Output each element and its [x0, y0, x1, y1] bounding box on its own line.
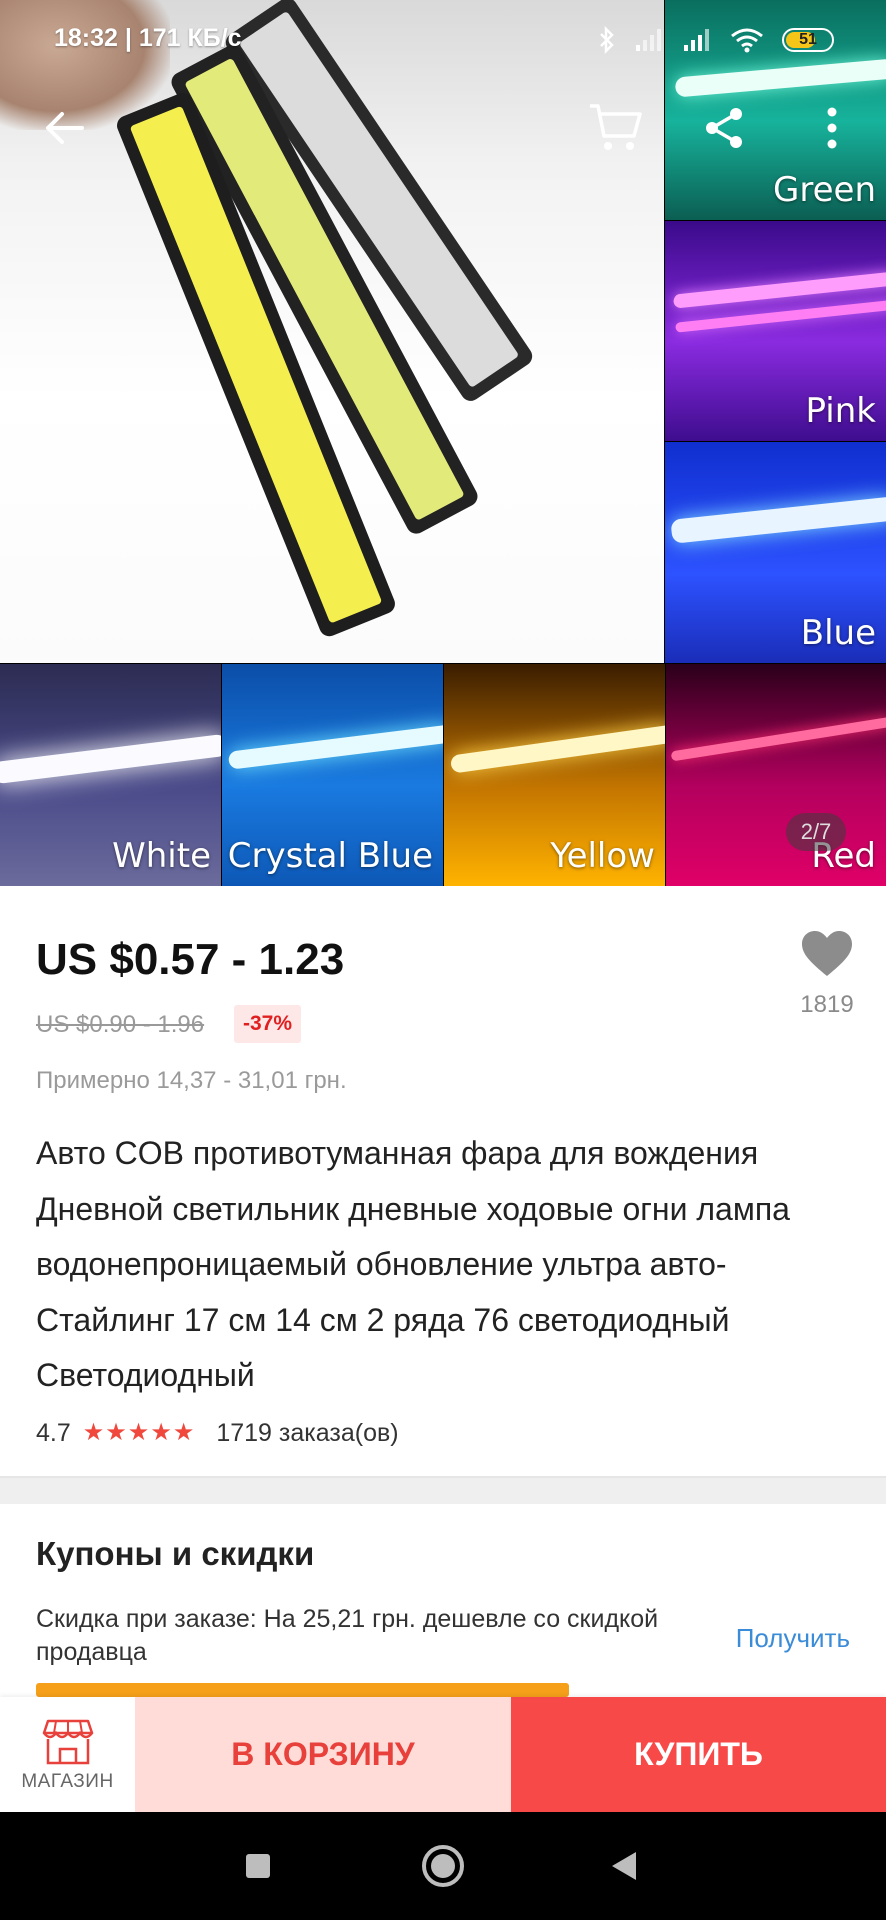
color-tile-yellow[interactable]: Yellow — [444, 664, 665, 886]
rating-stars: ★ ★ ★ ★ ★ — [83, 1421, 195, 1445]
store-label: МАГАЗИН — [21, 1770, 114, 1792]
recent-apps-button[interactable] — [208, 1812, 308, 1920]
star-icon: ★ — [82, 1419, 105, 1446]
old-price: US $0.90 - 1.96 — [36, 1011, 205, 1038]
get-coupon-link[interactable]: Получить — [736, 1623, 850, 1654]
coupon-highlight-bar — [36, 1683, 569, 1697]
product-image-gallery[interactable]: Green Pink Blue White Crystal Blue Yello… — [0, 0, 886, 886]
store-button[interactable]: МАГАЗИН — [0, 1697, 135, 1812]
square-icon — [246, 1854, 270, 1878]
triangle-back-icon — [612, 1852, 636, 1880]
bluetooth-icon — [600, 26, 614, 54]
section-gap — [0, 1478, 886, 1504]
more-vertical-icon — [827, 107, 837, 149]
product-title: Авто COB противотуманная фара для вожден… — [36, 1135, 790, 1393]
orders-count: 1719 заказа(ов) — [216, 1418, 399, 1447]
share-button[interactable] — [694, 98, 754, 158]
wishlist-count: 1819 — [800, 991, 854, 1018]
coupon-description: Скидка при заказе: На 25,21 грн. дешевле… — [36, 1605, 659, 1666]
tile-label: Blue — [800, 613, 876, 653]
back-button[interactable] — [34, 98, 94, 158]
system-back-button[interactable] — [574, 1812, 674, 1920]
discount-badge: -37% — [234, 1005, 302, 1043]
color-tile-blue[interactable]: Blue — [665, 442, 886, 663]
cart-button[interactable] — [585, 98, 647, 158]
gallery-page-indicator: 2/7 — [786, 813, 846, 851]
wishlist-button[interactable]: 1819 — [790, 930, 864, 1019]
heart-icon — [802, 931, 852, 976]
share-icon — [706, 108, 742, 148]
status-icons: 51 — [598, 22, 834, 58]
back-arrow-icon — [46, 112, 84, 144]
signal-icon-2 — [684, 29, 709, 51]
tile-label: Pink — [805, 391, 876, 431]
bottom-action-bar: МАГАЗИН В КОРЗИНУ КУПИТЬ — [0, 1697, 886, 1812]
more-options-button[interactable] — [802, 98, 862, 158]
rating-row[interactable]: 4.7 ★ ★ ★ ★ ★ 1719 заказа(ов) — [36, 1415, 399, 1451]
tile-label: Green — [773, 170, 876, 210]
color-tile-red[interactable]: Red — [666, 664, 886, 886]
system-navigation-bar — [0, 1812, 886, 1920]
rating-value: 4.7 — [36, 1418, 71, 1447]
color-tile-white[interactable]: White — [0, 664, 221, 886]
store-icon — [42, 1719, 93, 1764]
tile-label: Crystal Blue — [227, 836, 433, 876]
add-to-cart-button[interactable]: В КОРЗИНУ — [135, 1697, 511, 1812]
tile-label: Yellow — [550, 836, 655, 876]
tile-label: White — [112, 836, 211, 876]
status-time: 18:32 | 171 КБ/с — [54, 24, 242, 52]
star-icon: ★ — [105, 1419, 127, 1446]
price: US $0.57 - 1.23 — [36, 935, 345, 984]
battery-icon: 51 — [782, 28, 834, 52]
wifi-icon — [731, 28, 763, 53]
buy-now-button[interactable]: КУПИТЬ — [511, 1697, 886, 1812]
battery-level: 51 — [799, 31, 817, 48]
signal-icon — [636, 29, 661, 51]
star-icon: ★ — [150, 1419, 172, 1446]
color-tile-crystal-blue[interactable]: Crystal Blue — [222, 664, 443, 886]
star-icon: ★ — [172, 1419, 195, 1446]
coupons-title: Купоны и скидки — [36, 1535, 315, 1572]
star-icon: ★ — [127, 1419, 150, 1446]
main-product-photo — [0, 0, 664, 663]
circle-home-icon — [422, 1845, 464, 1887]
cart-icon — [590, 104, 642, 150]
approx-local-price: Примерно 14,37 - 31,01 грн. — [36, 1067, 347, 1094]
home-button[interactable] — [393, 1812, 493, 1920]
color-tile-pink[interactable]: Pink — [665, 221, 886, 441]
